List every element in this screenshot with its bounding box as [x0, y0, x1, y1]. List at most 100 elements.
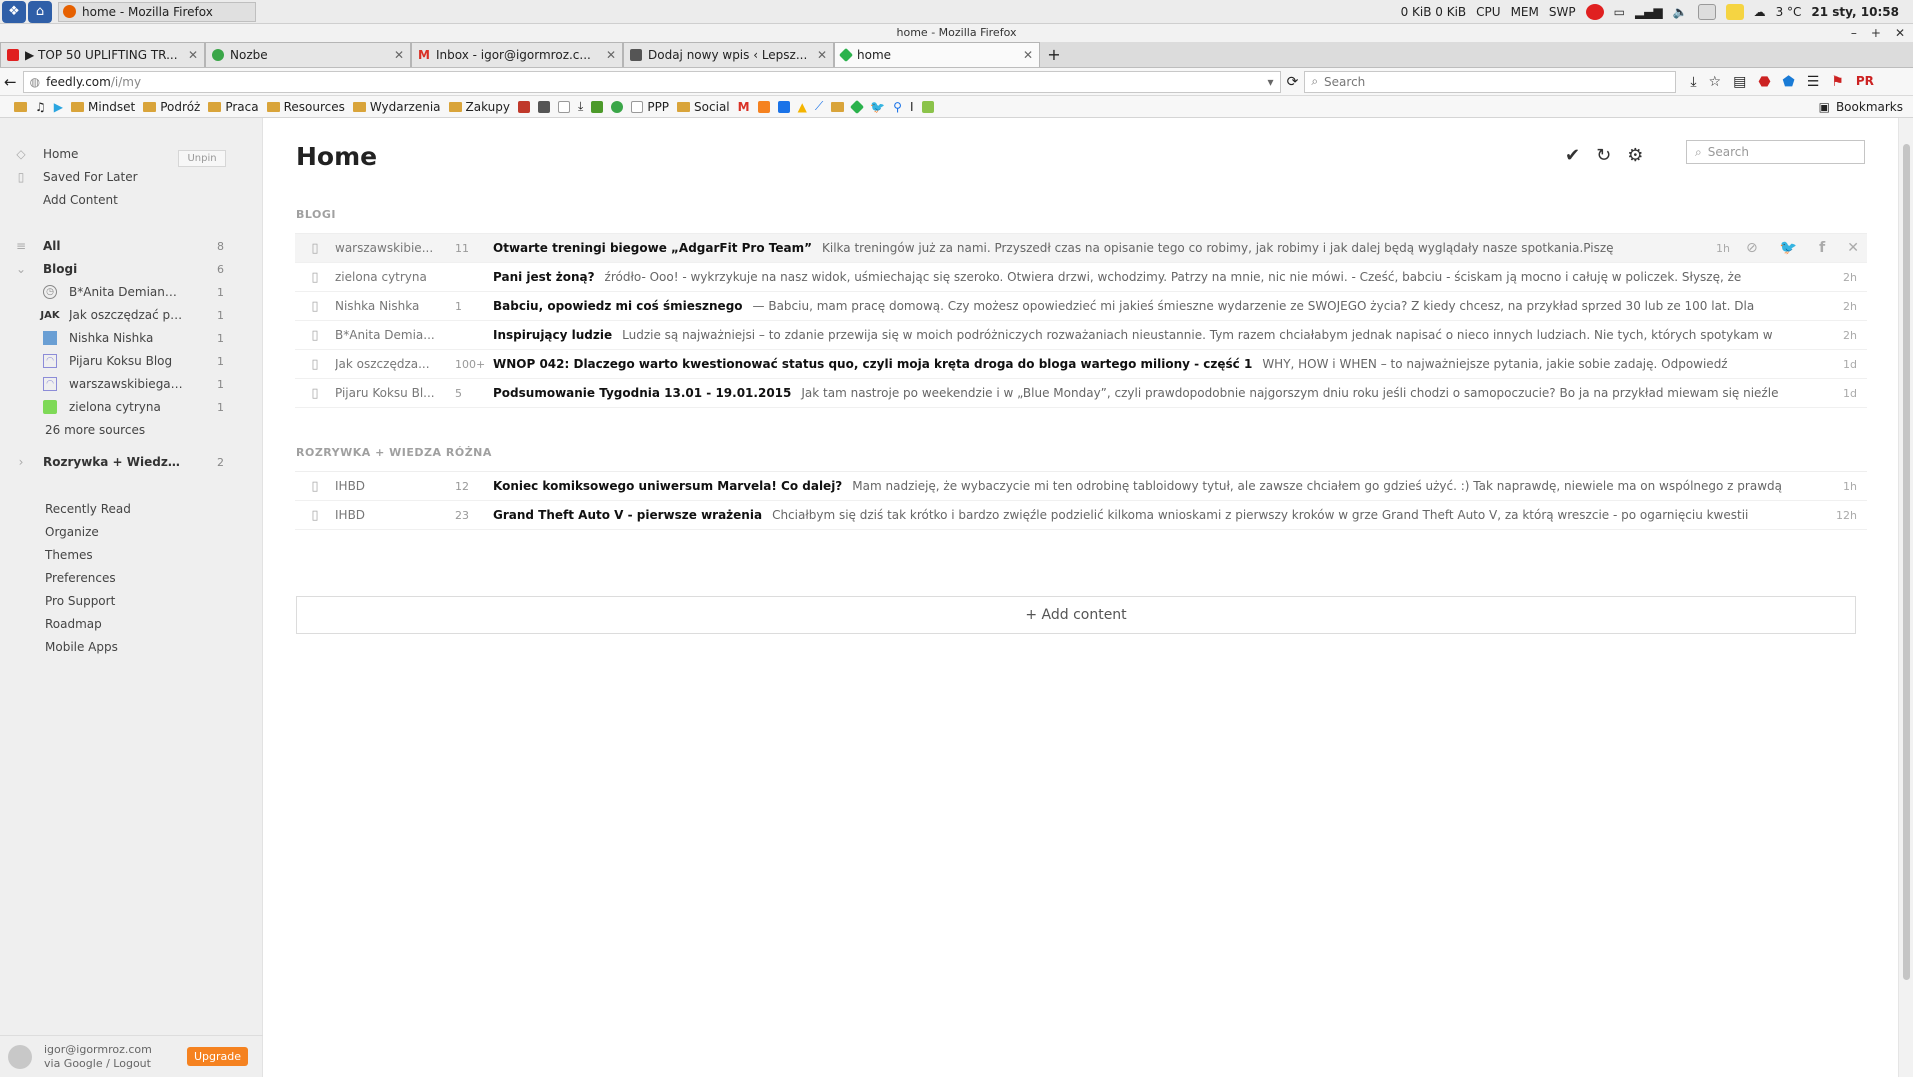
bookmark-zakupy[interactable]: Zakupy	[448, 100, 510, 114]
url-bar[interactable]: ◍ feedly.com/i/my ▾	[22, 70, 1281, 93]
maximize-icon[interactable]: +	[1871, 24, 1881, 42]
url-dropdown-icon[interactable]: ▾	[1268, 75, 1274, 89]
article-row[interactable]: ▯ zielona cytryna Pani jest żoną? źródło-…	[295, 263, 1867, 292]
add-content-button[interactable]: + Add content	[296, 596, 1856, 634]
scrollbar-thumb[interactable]	[1903, 144, 1910, 980]
page-scrollbar[interactable]	[1898, 118, 1913, 1077]
mem-monitor[interactable]: MEM	[1511, 5, 1539, 19]
sidebar-more-sources[interactable]: 26 more sources	[0, 419, 263, 441]
tab-nozbe[interactable]: Nozbe ✕	[205, 42, 411, 67]
folder-icon[interactable]	[831, 101, 845, 112]
bookmarks-menu[interactable]: ▣ Bookmarks	[1819, 100, 1913, 114]
article-row[interactable]: ▯ warszawskibie... 11 Otwarte treningi b…	[295, 234, 1867, 263]
gmail-notifier-icon[interactable]	[1585, 3, 1604, 20]
close-tab-icon[interactable]: ✕	[817, 48, 827, 62]
sidebar-group-blogi[interactable]: ⌄ Blogi 6	[0, 258, 263, 280]
browser-search-input[interactable]: ⌕ Search	[1304, 70, 1677, 93]
flag-icon[interactable]: ⚑	[1831, 74, 1844, 90]
article-row[interactable]: ▯ IHBD 23 Grand Theft Auto V - pierwsze …	[295, 501, 1867, 530]
refresh-icon[interactable]: ↻	[1596, 145, 1611, 166]
sidebar-link-recently-read[interactable]: Recently Read	[0, 498, 263, 520]
swp-monitor[interactable]: SWP	[1549, 5, 1576, 19]
gear-icon[interactable]: ⚙	[1627, 145, 1643, 166]
close-tab-icon[interactable]: ✕	[394, 48, 404, 62]
article-row[interactable]: ▯ Jak oszczędza... 100+ WNOP 042: Dlacze…	[295, 350, 1867, 379]
article-row[interactable]: ▯ Pijaru Koksu Bl... 5 Podsumowanie Tygo…	[295, 379, 1867, 408]
site-icon[interactable]	[921, 100, 934, 113]
bookmark-podroz[interactable]: Podróż	[143, 100, 200, 114]
site-icon[interactable]	[757, 100, 770, 113]
close-tab-icon[interactable]: ✕	[1023, 48, 1033, 62]
article-row[interactable]: ▯ IHBD 12 Koniec komiksowego uniwersum M…	[295, 472, 1867, 501]
bookmark-play[interactable]: ▶	[54, 100, 63, 114]
page-icon[interactable]	[558, 100, 571, 113]
sidebar-feed[interactable]: Nishka Nishka 1	[0, 327, 263, 349]
back-icon[interactable]: ←	[4, 73, 17, 91]
display-icon[interactable]: ▭	[1614, 5, 1625, 19]
reload-icon[interactable]: ⟳	[1287, 74, 1299, 90]
bookmark-resources[interactable]: Resources	[266, 100, 345, 114]
mark-read-icon[interactable]: ⊘	[1746, 240, 1758, 256]
bookmark-icon[interactable]: ▯	[295, 508, 335, 523]
bookmark-icon[interactable]: ▯	[295, 479, 335, 494]
sidebar-link-mobile-apps[interactable]: Mobile Apps	[0, 636, 263, 658]
signal-icon[interactable]: ▂▄▆	[1635, 5, 1663, 19]
bookmark-ppp[interactable]: PPP	[631, 100, 669, 114]
cpu-monitor[interactable]: CPU	[1476, 5, 1500, 19]
close-tab-icon[interactable]: ✕	[188, 48, 198, 62]
sidebar-item-home[interactable]: ◇ Home	[0, 143, 263, 165]
twitter-icon[interactable]: 🐦	[1780, 240, 1797, 256]
notes-icon[interactable]	[1725, 3, 1744, 20]
chevron-down-icon[interactable]: ⌄	[14, 262, 28, 276]
link-icon[interactable]: ⟋	[815, 99, 823, 114]
bookmark-mindset[interactable]: Mindset	[71, 100, 135, 114]
new-tab-icon[interactable]: +	[1040, 43, 1068, 67]
menu-icon[interactable]: ☰	[1807, 74, 1820, 90]
sidebar-item-saved[interactable]: ▯ Saved For Later	[0, 166, 263, 188]
article-row[interactable]: ▯ B*Anita Demia... Inspirujący ludzie Lud…	[295, 321, 1867, 350]
adblock-icon[interactable]: ⬣	[1758, 74, 1770, 90]
bookmark-icon[interactable]: ▯	[295, 270, 335, 285]
chevron-right-icon[interactable]: ›	[14, 455, 28, 469]
sidebar-item-add-content[interactable]: Add Content	[0, 189, 263, 211]
calendar-icon[interactable]	[777, 100, 790, 113]
bookmark-praca[interactable]: Praca	[208, 100, 259, 114]
app-menu-icon[interactable]: ❖	[2, 0, 26, 23]
bookmark-icon[interactable]: ▯	[295, 241, 335, 256]
logout-link[interactable]: via Google / Logout	[44, 1057, 152, 1071]
text-cursor-icon[interactable]: I	[910, 100, 914, 114]
sidebar-feed[interactable]: ◷ B*Anita Demianowicz ... 1	[0, 281, 263, 303]
bookmark-wydarzenia[interactable]: Wydarzenia	[352, 100, 441, 114]
gmail-icon[interactable]: M	[738, 100, 750, 114]
sidebar-feed[interactable]: ◠ Pijaru Koksu Blog 1	[0, 350, 263, 372]
bookmark-social[interactable]: Social	[677, 100, 730, 114]
close-icon[interactable]: ✕	[1847, 240, 1859, 256]
close-tab-icon[interactable]: ✕	[606, 48, 616, 62]
sidebar-item-all[interactable]: ≡ All 8	[0, 235, 263, 257]
article-row[interactable]: ▯ Nishka Nishka 1 Babciu, opowiedz mi co…	[295, 292, 1867, 321]
sidebar-link-preferences[interactable]: Preferences	[0, 567, 263, 589]
facebook-icon[interactable]: f	[1819, 240, 1825, 256]
site-icon[interactable]	[518, 100, 531, 113]
extension-icon[interactable]: ⬟	[1783, 74, 1795, 90]
volume-icon[interactable]: 🔈	[1673, 5, 1688, 19]
mark-all-read-icon[interactable]: ✔	[1565, 145, 1580, 166]
pr-icon[interactable]: PR	[1856, 74, 1874, 90]
tab-wordpress[interactable]: Dodaj nowy wpis ‹ Lepsz... ✕	[623, 42, 834, 67]
tab-gmail[interactable]: M Inbox - igor@igormroz.c... ✕	[411, 42, 623, 67]
home-folder-icon[interactable]: ⌂	[28, 0, 52, 23]
download-icon[interactable]: ⤓	[1690, 74, 1696, 90]
sidebar-link-organize[interactable]: Organize	[0, 521, 263, 543]
drive-icon[interactable]: ▲	[798, 100, 807, 114]
bookmark-music[interactable]: ♫	[35, 100, 46, 114]
sidebar-feed[interactable]: ◠ warszawskibiegacz.pl 1	[0, 373, 263, 395]
upgrade-button[interactable]: Upgrade	[186, 1047, 248, 1066]
clock[interactable]: 21 sty, 10:58	[1811, 5, 1899, 19]
feedly-icon[interactable]	[850, 99, 865, 114]
twitter-icon[interactable]: 🐦	[870, 100, 885, 114]
sidebar-feed[interactable]: JAK Jak oszczędzać pieniąd... 1	[0, 304, 263, 326]
sidebar-link-pro-support[interactable]: Pro Support	[0, 590, 263, 612]
bookmark-folder[interactable]	[14, 101, 27, 112]
sidebar-link-roadmap[interactable]: Roadmap	[0, 613, 263, 635]
check-circle-icon[interactable]	[611, 100, 624, 113]
